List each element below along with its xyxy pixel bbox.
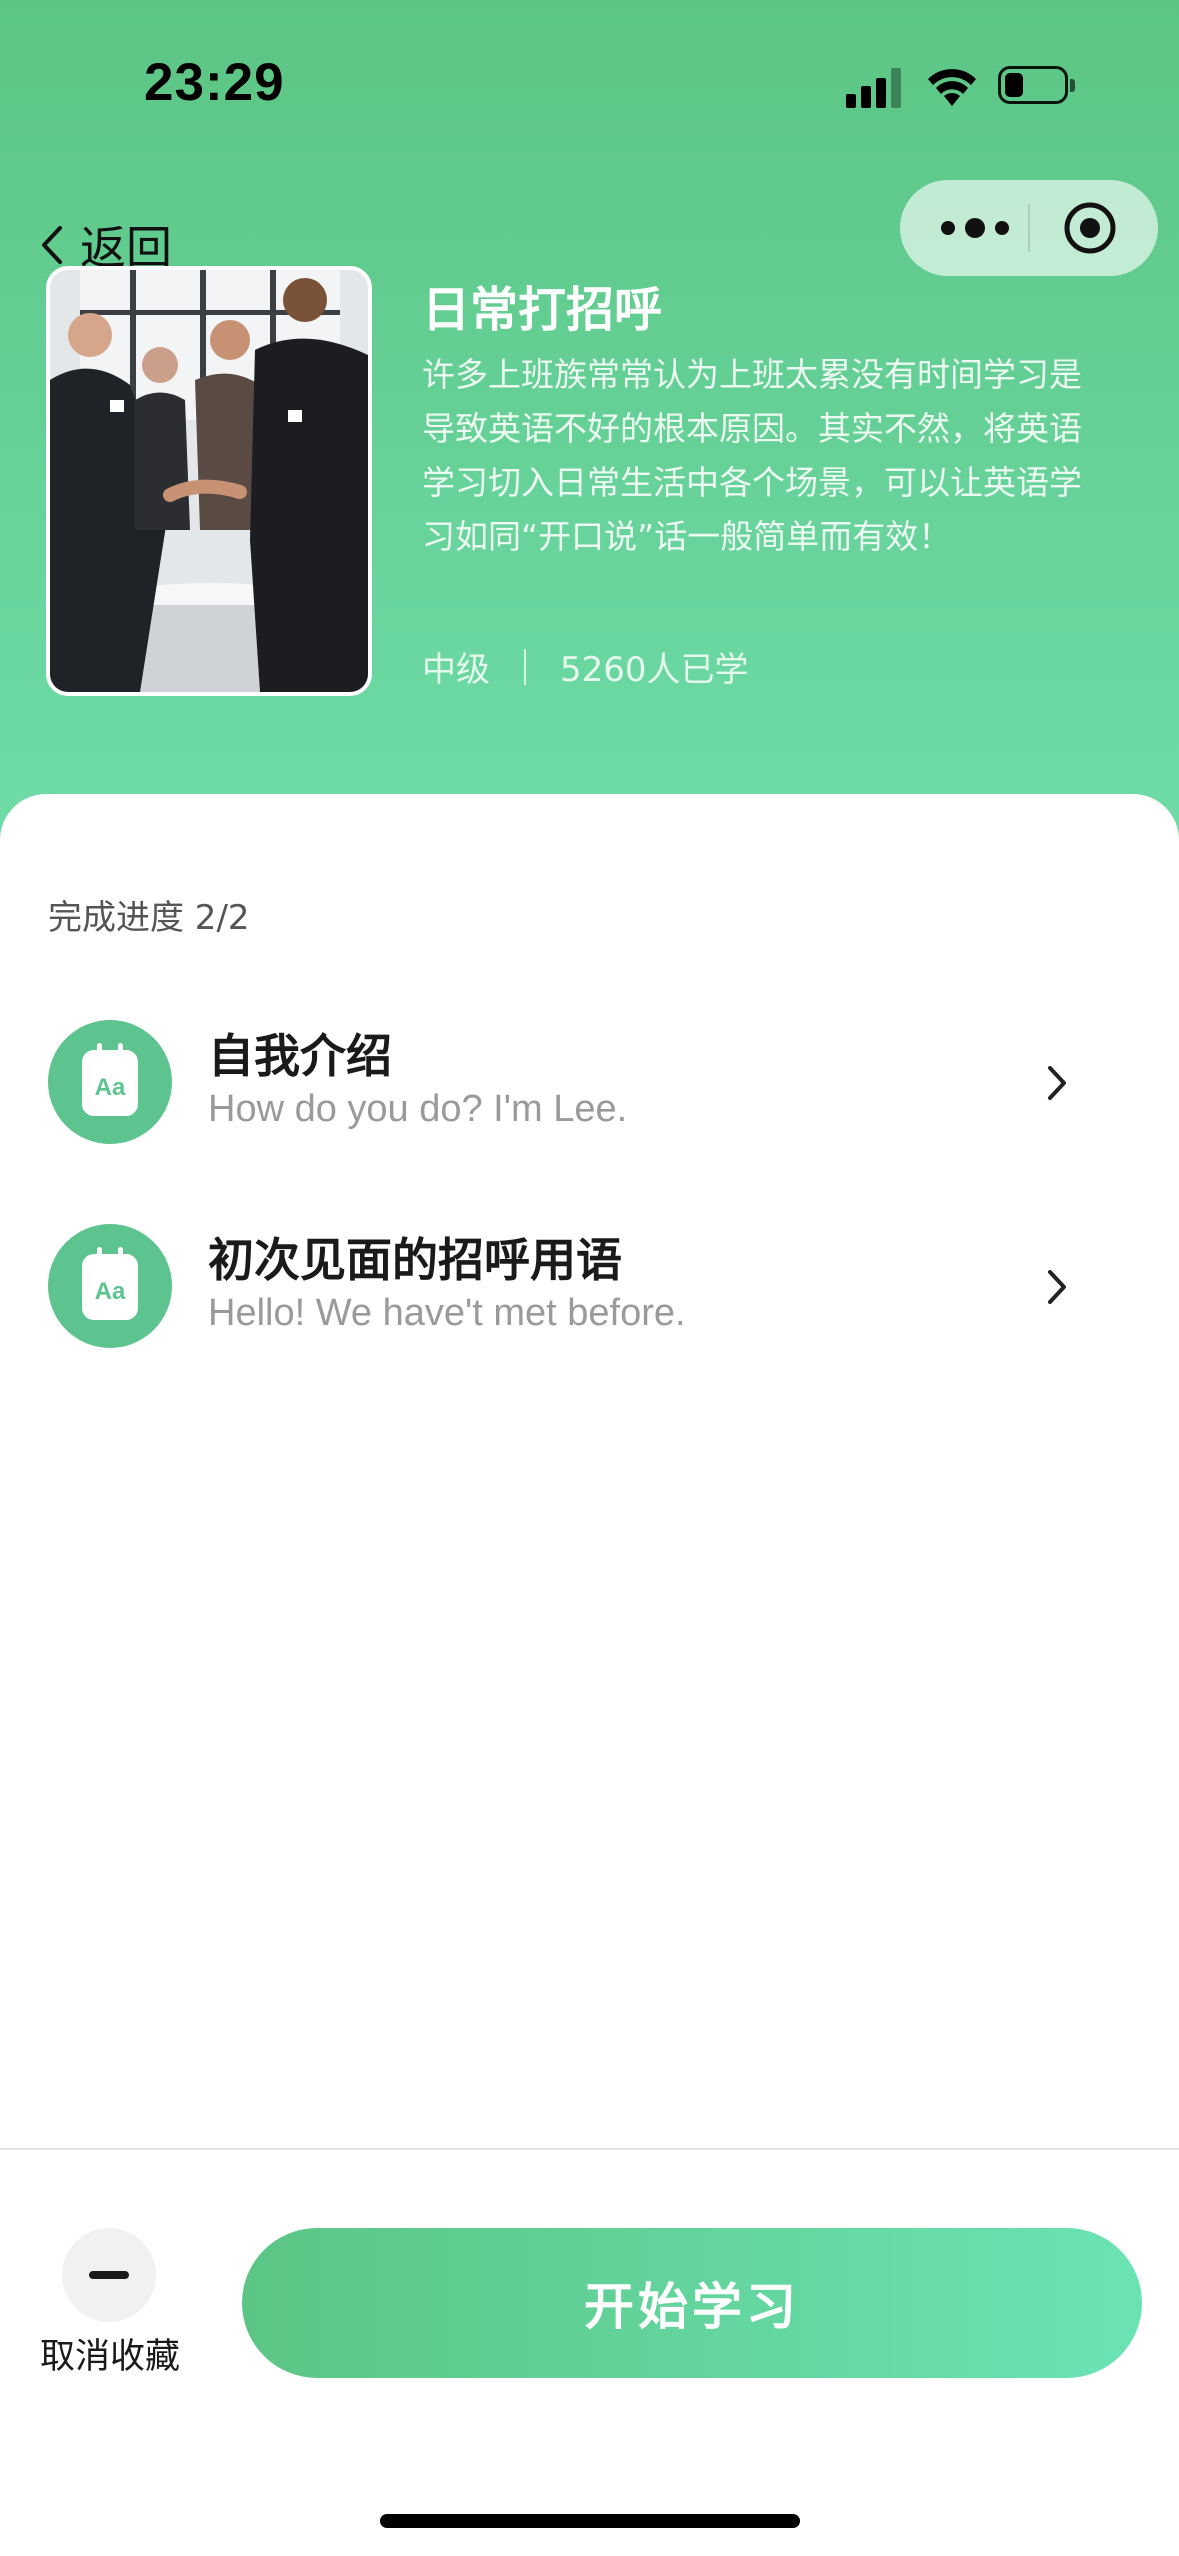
unfavorite-label: 取消收藏 [39, 2337, 180, 2377]
lesson-subtitle: Hello! We have't met before. [208, 1292, 686, 1334]
battery-icon [998, 66, 1078, 106]
meta-divider [524, 648, 526, 685]
cellular-signal-icon [846, 68, 904, 108]
lesson-title: 初次见面的招呼用语 [208, 1233, 622, 1287]
course-level: 中级 [422, 650, 490, 690]
close-miniprogram-icon[interactable] [1040, 200, 1140, 256]
wifi-icon [928, 69, 976, 106]
lesson-subtitle: How do you do? I'm Lee. [208, 1088, 628, 1130]
course-cover-image [46, 266, 372, 696]
flashcard-icon: Aa [48, 1020, 172, 1144]
chevron-right-icon [1048, 1066, 1066, 1100]
flashcard-icon: Aa [48, 1224, 172, 1348]
chevron-left-icon [42, 226, 62, 264]
lesson-title: 自我介绍 [208, 1029, 392, 1083]
lesson-item[interactable]: Aa 初次见面的招呼用语 Hello! We have't met before… [48, 1224, 1148, 1350]
lesson-item[interactable]: Aa 自我介绍 How do you do? I'm Lee. [48, 1020, 1148, 1146]
course-meta: 中级 5260人已学 [422, 642, 749, 691]
capsule-divider [1028, 204, 1030, 252]
course-description: 许多上班族常常认为上班太累没有时间学习是导致英语不好的根本原因。其实不然，将英语… [422, 355, 1082, 556]
minus-icon [62, 2228, 156, 2322]
bottom-bar-divider [0, 2148, 1179, 2150]
status-time: 23:29 [144, 53, 285, 112]
completion-progress: 完成进度 2/2 [48, 898, 250, 938]
more-options-icon[interactable] [930, 208, 1020, 248]
start-learning-button[interactable]: 开始学习 [242, 2228, 1142, 2378]
chevron-right-icon [1048, 1270, 1066, 1304]
course-title: 日常打招呼 [422, 282, 663, 338]
home-indicator[interactable] [380, 2514, 800, 2528]
unfavorite-button[interactable]: 取消收藏 [30, 2228, 190, 2378]
miniprogram-capsule [900, 180, 1158, 276]
learner-count: 5260人已学 [560, 650, 749, 690]
